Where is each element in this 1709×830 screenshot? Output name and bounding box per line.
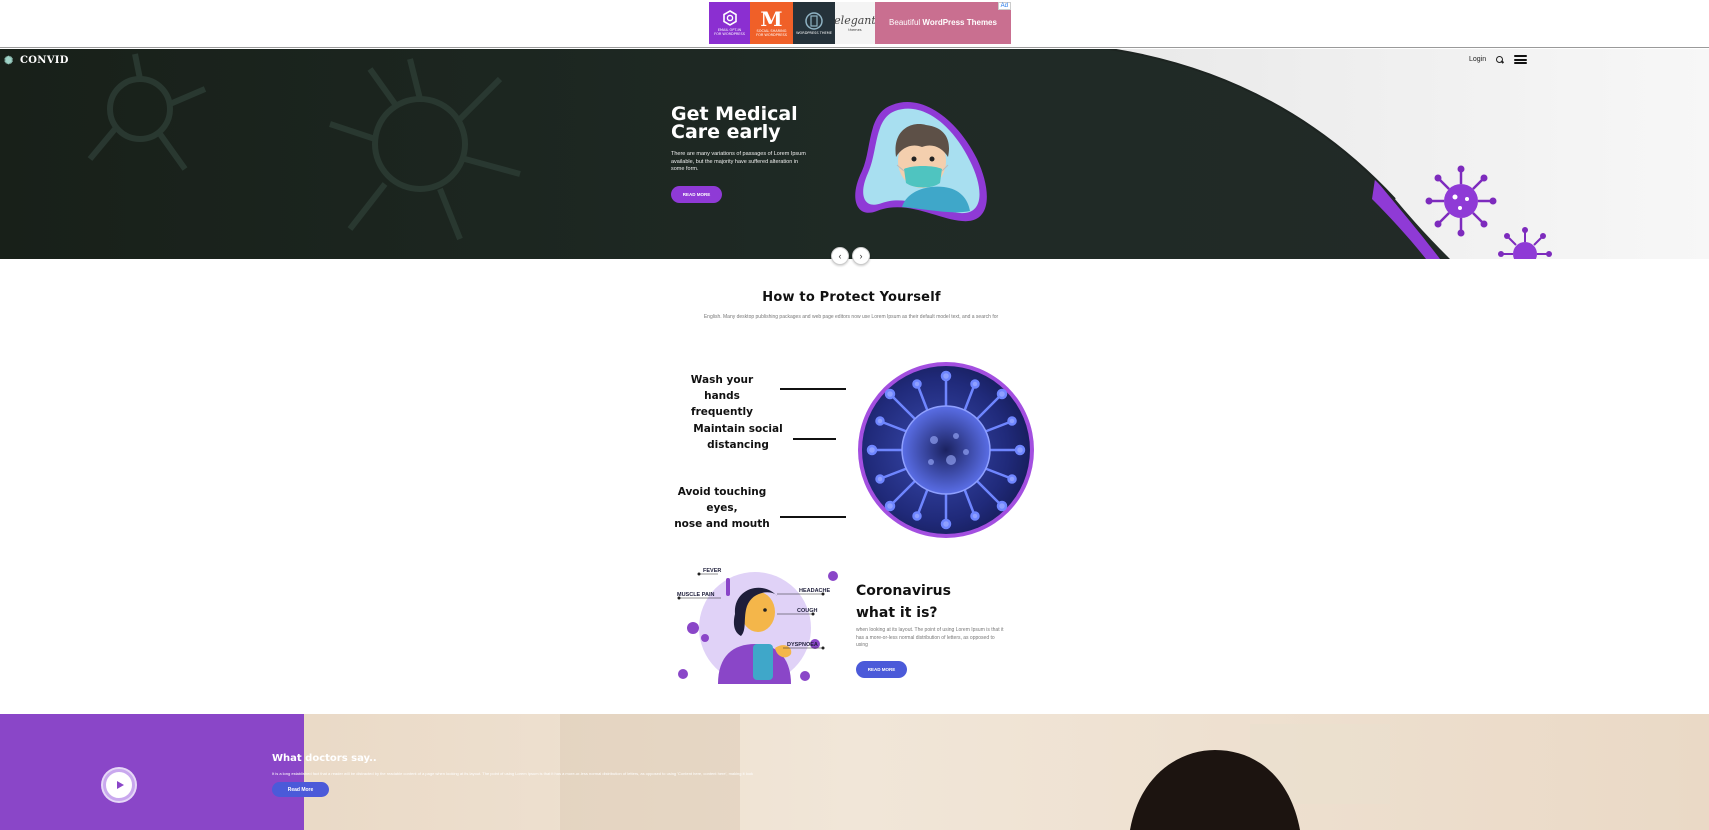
search-icon[interactable] <box>1496 55 1504 64</box>
protect-section-title: How to Protect Yourself <box>762 290 941 305</box>
symptoms-illustration: FEVER MUSCLE PAIN HEADACHE COUGH DYSPNOE… <box>677 568 838 684</box>
tip-line2: eyes, <box>706 502 738 514</box>
tip-line1: Maintain social <box>693 423 783 435</box>
ad-tagline-prefix: Beautiful <box>889 18 921 28</box>
hero-title-line2: Care early <box>671 121 781 143</box>
play-video-button[interactable] <box>103 769 135 801</box>
ad-tile-label: WORDPRESS THEME <box>796 30 832 35</box>
brand-logo[interactable]: ✺ CONVID <box>4 53 69 67</box>
ad-tile-social-sharing[interactable]: M SOCIAL SHARING FOR WORDPRESS <box>750 2 793 44</box>
top-navigation: Login <box>1469 55 1528 64</box>
tip-social-distancing: Maintain social distancing <box>690 421 786 453</box>
hero-title: Get Medical Care early <box>671 105 821 143</box>
coronavirus-title: Coronavirus what it is? <box>856 580 951 624</box>
symptom-label-cough: COUGH <box>797 608 818 614</box>
hexagon-logo-icon <box>722 9 737 26</box>
doctors-purple-panel <box>0 714 304 830</box>
coronavirus-title-line2: what it is? <box>856 605 938 621</box>
virus-logo-icon: ✺ <box>4 53 14 67</box>
ad-tile-email-optin[interactable]: EMAIL OPT-IN FOR WORDPRESS <box>709 2 750 44</box>
symptom-label-dyspnoea: DYSPNOEA <box>787 642 818 648</box>
tip-line1: Wash your <box>690 374 754 386</box>
ad-banner[interactable]: EMAIL OPT-IN FOR WORDPRESS M SOCIAL SHAR… <box>709 2 1011 44</box>
symptom-label-fever: FEVER <box>703 568 721 574</box>
tip-line1: Avoid touching <box>677 486 767 498</box>
ad-tile-label: SOCIAL SHARING FOR WORDPRESS <box>756 28 787 37</box>
hero-description: There are many variations of passages of… <box>671 151 806 172</box>
coronavirus-title-line1: Coronavirus <box>856 583 951 599</box>
ad-tile-beautiful-themes[interactable]: Beautiful WordPress Themes <box>875 2 1011 44</box>
coronavirus-read-more-button[interactable]: READ MORE <box>856 661 907 678</box>
ad-strip: EMAIL OPT-IN FOR WORDPRESS M SOCIAL SHAR… <box>0 0 1709 48</box>
theme-logo-icon <box>805 12 823 30</box>
doctors-read-more-button[interactable]: Read More <box>272 782 329 797</box>
protect-section-subtitle: English. Many desktop publishing package… <box>703 314 999 320</box>
slider-prev-button[interactable]: ‹ <box>831 247 849 265</box>
hamburger-menu-icon[interactable] <box>1514 55 1528 64</box>
ad-tagline: Beautiful WordPress Themes <box>889 18 997 28</box>
slider-next-button[interactable]: › <box>852 247 870 265</box>
ad-tile-elegant[interactable]: elegant themes <box>834 2 876 44</box>
ad-choices-icon[interactable]: Ad <box>997 2 1011 10</box>
coronavirus-image <box>858 362 1034 538</box>
ad-tile-label: EMAIL OPT-IN FOR WORDPRESS <box>714 27 745 36</box>
hero-banner: ✺ CONVID Login Get Medical Care early Th… <box>0 49 1709 259</box>
symptom-label-headache: HEADACHE <box>799 588 831 594</box>
tip-wash-hands: Wash your hands frequently <box>672 372 772 420</box>
tip-connector-line <box>780 388 846 390</box>
brand-name: CONVID <box>20 55 69 66</box>
monarch-logo: M <box>760 6 783 31</box>
ad-tile-wordpress-theme[interactable]: WORDPRESS THEME <box>793 2 835 44</box>
tip-connector-line <box>793 438 836 440</box>
tip-line2: distancing <box>707 439 769 451</box>
tip-avoid-touching: Avoid touching eyes, nose and mouth <box>672 484 772 532</box>
doctors-description: It is a long established fact that a rea… <box>272 771 754 776</box>
tip-line3: nose and mouth <box>674 518 770 530</box>
doctors-title: What doctors say.. <box>272 753 377 764</box>
coronavirus-description: when looking at its layout. The point of… <box>856 627 1004 648</box>
login-link[interactable]: Login <box>1469 56 1486 63</box>
ad-tagline-emphasis: WordPress Themes <box>922 18 997 28</box>
tip-line2: hands frequently <box>691 390 753 418</box>
slider-controls: ‹ › <box>831 247 870 265</box>
symptom-label-muscle-pain: MUSCLE PAIN <box>677 592 715 598</box>
play-icon <box>116 781 124 789</box>
tip-connector-line <box>780 516 846 518</box>
doctors-section: What doctors say.. It is a long establis… <box>0 714 1709 830</box>
elegant-logo: elegant <box>834 14 876 28</box>
ad-tile-label: themes <box>848 27 862 32</box>
masked-boy-illustration <box>855 102 987 222</box>
hero-read-more-button[interactable]: READ MORE <box>671 186 722 203</box>
